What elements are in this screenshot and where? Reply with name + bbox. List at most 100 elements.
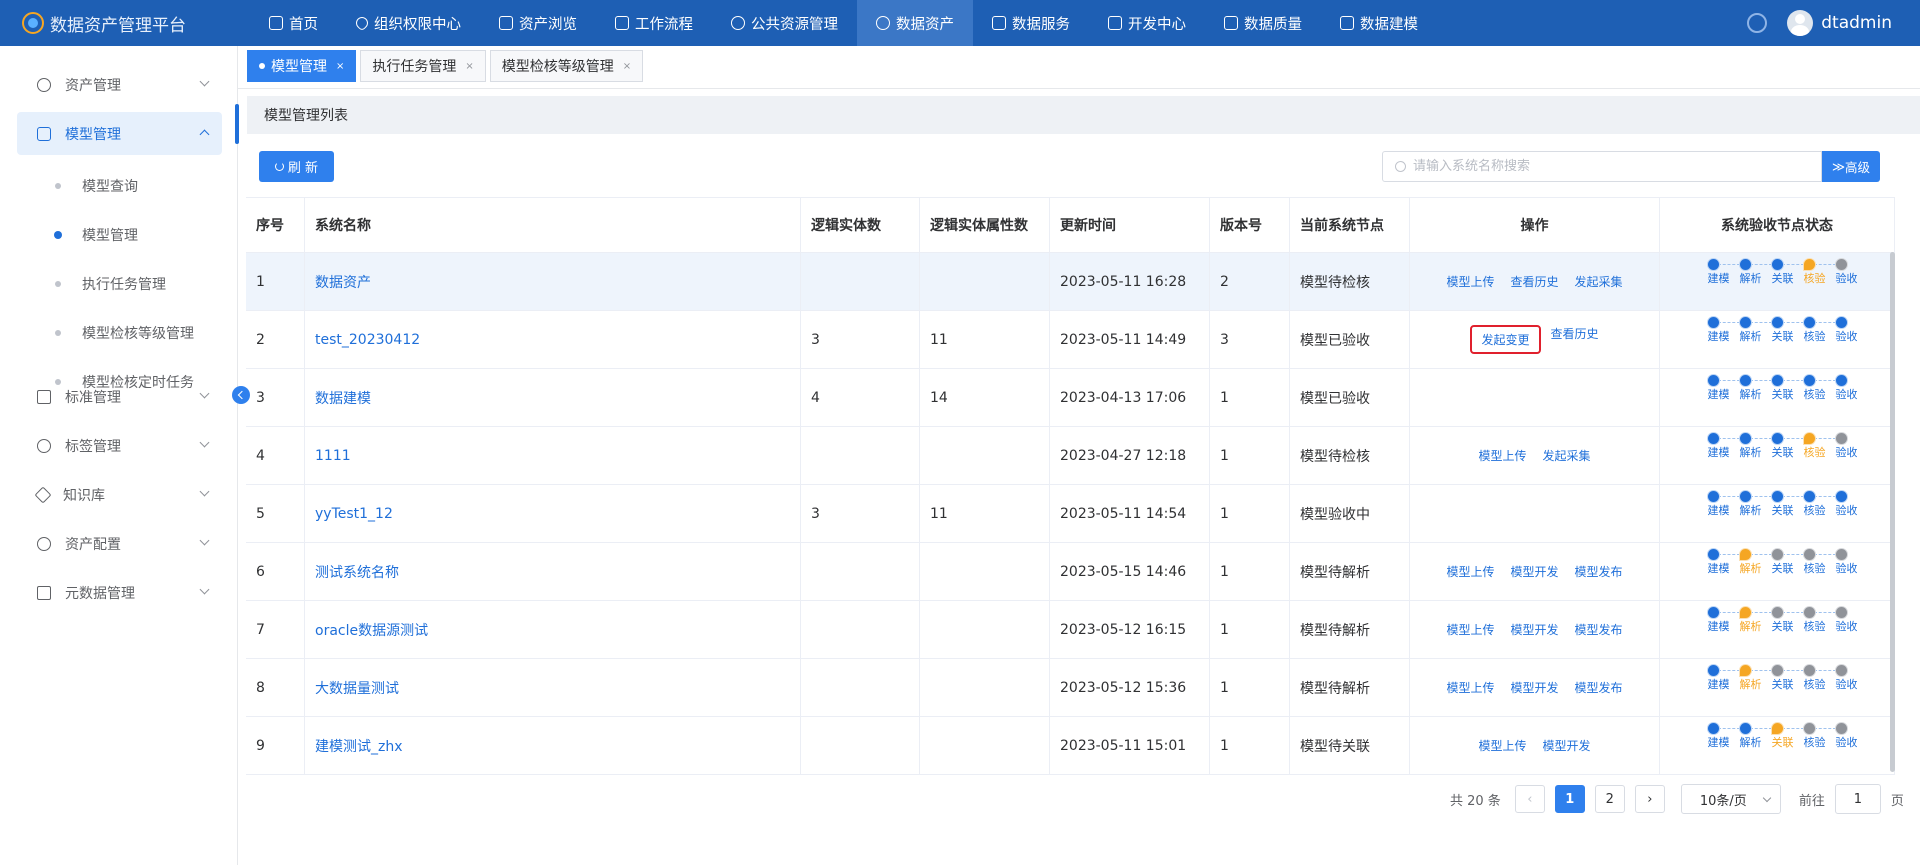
nav-item-6[interactable]: 数据服务 bbox=[973, 0, 1089, 46]
brand[interactable]: 数据资产管理平台 bbox=[0, 0, 245, 46]
operation-link[interactable]: 模型上传 bbox=[1446, 679, 1494, 696]
sidebar-item-6[interactable]: 元数据管理 bbox=[17, 571, 222, 614]
operation-link[interactable]: 模型上传 bbox=[1446, 273, 1494, 290]
sidebar-subitem-2[interactable]: 执行任务管理 bbox=[17, 264, 222, 304]
table-row[interactable]: 6 测试系统名称 2023-05-15 14:46 1 模型待解析 模型上传 模型开发 模型发… bbox=[246, 543, 1895, 601]
cell-status: 建模 解析 关联 核验 验收 bbox=[1660, 311, 1895, 368]
goto-page-input[interactable] bbox=[1834, 784, 1881, 814]
sidebar-subitem-3[interactable]: 模型检核等级管理 bbox=[17, 313, 222, 353]
cell-name[interactable]: 测试系统名称 bbox=[305, 543, 801, 600]
page-button-1[interactable]: 1 bbox=[1554, 785, 1585, 813]
tab-2[interactable]: 模型检核等级管理 × bbox=[489, 50, 644, 82]
step-3: 核验 bbox=[1793, 259, 1836, 284]
nav-item-5[interactable]: 数据资产 bbox=[857, 0, 973, 46]
step-node-icon bbox=[1803, 607, 1815, 618]
search-input[interactable] bbox=[1413, 152, 1821, 181]
table-row[interactable]: 3 数据建模 4 14 2023-04-13 17:06 1 模型已验收 建模 解析 关联 核验 验收 bbox=[246, 369, 1895, 427]
sidebar: 资产管理 模型管理 标准管理 标签管理 知识库 资产配置 元数据管理 模型查询 模型管理 执行任务… bbox=[0, 46, 238, 865]
nav-item-0[interactable]: 首页 bbox=[250, 0, 337, 46]
close-icon[interactable]: × bbox=[465, 61, 473, 72]
nav-item-7[interactable]: 开发中心 bbox=[1089, 0, 1205, 46]
username[interactable]: dtadmin bbox=[1821, 13, 1892, 33]
sidebar-collapse-icon[interactable] bbox=[232, 386, 250, 404]
bullet-dot bbox=[55, 183, 61, 189]
nav-item-1[interactable]: 组织权限中心 bbox=[337, 0, 480, 46]
operation-link[interactable]: 发起变更 bbox=[1470, 325, 1541, 354]
cell-name[interactable]: 建模测试_zhx bbox=[305, 717, 801, 774]
cell-name[interactable]: 数据资产 bbox=[305, 253, 801, 310]
table-row[interactable]: 5 yyTest1_12 3 11 2023-05-11 14:54 1 模型验收中 建模 解析… bbox=[246, 485, 1895, 543]
operation-link[interactable]: 模型上传 bbox=[1478, 737, 1526, 754]
sidebar-item-label: 知识库 bbox=[63, 487, 105, 504]
operation-link[interactable]: 发起采集 bbox=[1575, 273, 1623, 290]
sidebar-subitem-0[interactable]: 模型查询 bbox=[17, 166, 222, 206]
tab-0[interactable]: 模型管理 × bbox=[247, 50, 357, 82]
table-row[interactable]: 8 大数据量测试 2023-05-12 15:36 1 模型待解析 模型上传 模型开发 模型发… bbox=[246, 659, 1895, 717]
operation-link[interactable]: 模型发布 bbox=[1575, 621, 1623, 638]
cell-name[interactable]: test_20230412 bbox=[305, 311, 801, 368]
operation-link[interactable]: 模型开发 bbox=[1510, 563, 1558, 580]
step-label: 核验 bbox=[1803, 678, 1826, 691]
nav-item-9[interactable]: 数据建模 bbox=[1321, 0, 1437, 46]
table-row[interactable]: 7 oracle数据源测试 2023-05-12 16:15 1 模型待解析 模型上传 模型… bbox=[246, 601, 1895, 659]
operation-link[interactable]: 模型开发 bbox=[1510, 621, 1558, 638]
nav-item-4[interactable]: 公共资源管理 bbox=[712, 0, 857, 46]
search-box[interactable] bbox=[1382, 151, 1822, 182]
sidebar-item-0[interactable]: 资产管理 bbox=[17, 63, 222, 106]
next-page-button[interactable]: › bbox=[1634, 785, 1665, 813]
cell-name[interactable]: yyTest1_12 bbox=[305, 485, 801, 542]
operation-link[interactable]: 模型上传 bbox=[1446, 563, 1494, 580]
table-row[interactable]: 2 test_20230412 3 11 2023-05-11 14:49 3 模型已验收发… bbox=[246, 311, 1895, 369]
nav-item-2[interactable]: 资产浏览 bbox=[480, 0, 596, 46]
sidebar-item-4[interactable]: 知识库 bbox=[17, 473, 222, 516]
cell-name[interactable]: 大数据量测试 bbox=[305, 659, 801, 716]
operation-link[interactable]: 模型上传 bbox=[1446, 621, 1494, 638]
step-node-icon bbox=[1835, 375, 1847, 386]
sidebar-item-1[interactable]: 模型管理 bbox=[17, 112, 222, 155]
sidebar-subitem-label: 模型检核定时任务 bbox=[82, 375, 194, 391]
advanced-search-button[interactable]: ≫︎ 高级 bbox=[1822, 151, 1880, 182]
tab-1[interactable]: 执行任务管理 × bbox=[360, 50, 486, 82]
cell-no: 6 bbox=[246, 543, 305, 600]
operation-link[interactable]: 模型开发 bbox=[1510, 679, 1558, 696]
cell-name[interactable]: oracle数据源测试 bbox=[305, 601, 801, 658]
step-node-icon bbox=[1771, 317, 1783, 328]
operation-link[interactable]: 模型发布 bbox=[1575, 563, 1623, 580]
table-header: 序号 系统名称 逻辑实体数 逻辑实体属性数 更新时间 版本号 当前系统节点 操作 系统验收节点状… bbox=[246, 197, 1895, 253]
operation-links: 模型上传 发起采集 bbox=[1410, 447, 1659, 464]
cell-node: 模型已验收 bbox=[1290, 311, 1410, 368]
page-button-2[interactable]: 2 bbox=[1594, 785, 1625, 813]
table-row[interactable]: 4 1111 2023-04-27 12:18 1 模型待检核 模型上传 发起采集 建模 解析关… bbox=[246, 427, 1895, 485]
cell-name[interactable]: 1111 bbox=[305, 427, 801, 484]
sidebar-item-3[interactable]: 标签管理 bbox=[17, 424, 222, 467]
step-tracker: 建模 解析 关联 核验 验收 bbox=[1660, 253, 1894, 284]
operation-link[interactable]: 查看历史 bbox=[1551, 325, 1599, 354]
operation-link[interactable]: 查看历史 bbox=[1510, 273, 1558, 290]
close-icon[interactable]: × bbox=[623, 61, 631, 72]
cell-node: 模型待检核 bbox=[1290, 427, 1410, 484]
sidebar-subitem-4[interactable]: 模型检核定时任务 bbox=[17, 362, 222, 402]
table-scrollbar[interactable] bbox=[1890, 252, 1895, 772]
cell-name[interactable]: 数据建模 bbox=[305, 369, 801, 426]
assistant-icon[interactable] bbox=[1747, 13, 1768, 33]
operation-link[interactable]: 模型上传 bbox=[1478, 447, 1526, 464]
table-row[interactable]: 1 数据资产 2023-05-11 16:28 2 模型待检核 模型上传 查看历史 发起采集建… bbox=[246, 253, 1895, 311]
step-label: 建模 bbox=[1707, 678, 1730, 691]
page-size-select[interactable]: 10条/页 bbox=[1680, 784, 1781, 814]
operation-link[interactable]: 模型开发 bbox=[1543, 737, 1591, 754]
step-node-icon bbox=[1835, 433, 1847, 444]
prev-page-button[interactable]: ‹ bbox=[1514, 785, 1545, 813]
nav-item-3[interactable]: 工作流程 bbox=[596, 0, 712, 46]
operation-link[interactable]: 发起采集 bbox=[1543, 447, 1591, 464]
operation-link[interactable]: 模型发布 bbox=[1575, 679, 1623, 696]
platform-logo-icon bbox=[22, 12, 44, 34]
sidebar-subitem-1[interactable]: 模型管理 bbox=[17, 215, 222, 255]
close-icon[interactable]: × bbox=[336, 61, 344, 72]
nav-item-8[interactable]: 数据质量 bbox=[1205, 0, 1321, 46]
refresh-button[interactable]: 刷 新 bbox=[259, 151, 334, 182]
chevron-down-icon: ≫︎ bbox=[1831, 159, 1846, 174]
sidebar-item-5[interactable]: 资产配置 bbox=[17, 522, 222, 565]
avatar[interactable] bbox=[1787, 10, 1814, 36]
table-row[interactable]: 9 建模测试_zhx 2023-05-11 15:01 1 模型待关联 模型上传 模型开发建… bbox=[246, 717, 1895, 775]
step-connector bbox=[1750, 438, 1772, 439]
